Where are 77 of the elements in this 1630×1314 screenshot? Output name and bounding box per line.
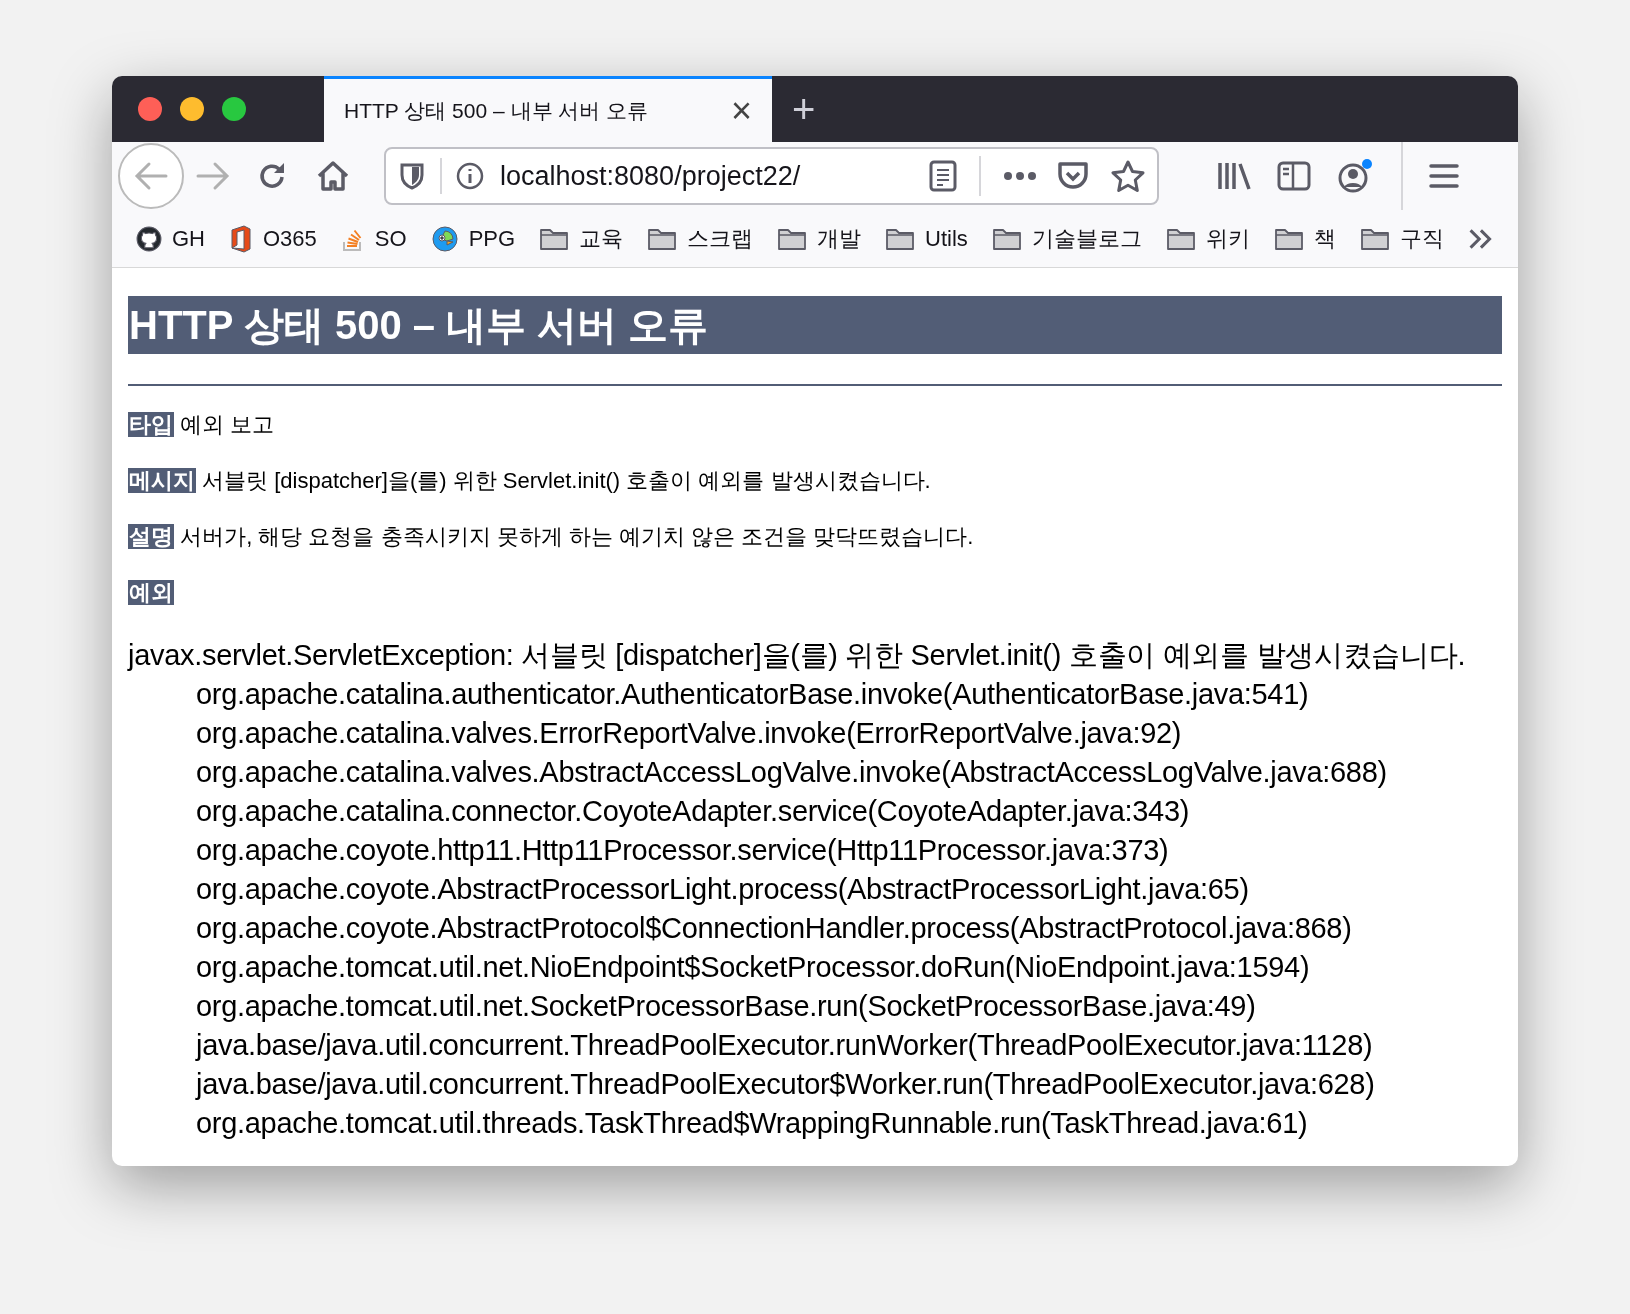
stack-trace-line: org.apache.coyote.AbstractProtocol$ConnectionHandler.process(AbstractProtocol.java:868) <box>195 911 1353 946</box>
bookmark-label: 개발 <box>817 225 862 253</box>
zoom-window-icon[interactable] <box>222 97 246 121</box>
bookmark-item[interactable]: 구직 <box>1359 222 1444 255</box>
bookmark-label: Utils <box>925 225 968 253</box>
office-logo-icon <box>229 224 253 253</box>
stack-trace-line: org.apache.tomcat.util.net.SocketProcessorBase.run(SocketProcessorBase.java:49) <box>195 989 1257 1024</box>
account-icon[interactable] <box>1337 158 1373 194</box>
back-arrow-icon <box>134 161 168 191</box>
field-label: 설명 <box>128 524 174 549</box>
stack-trace-line: java.base/java.util.concurrent.ThreadPoolExecutor$Worker.run(ThreadPoolExecutor.java:628) <box>194 1067 1376 1102</box>
folder-icon <box>1273 226 1304 251</box>
field-text: 서블릿 [dispatcher]을(를) 위한 Servlet.init() 호출이 예외를 발생시켰습니다. <box>201 468 931 493</box>
library-icon[interactable] <box>1217 160 1251 192</box>
exception-message: javax.servlet.ServletException: 서블릿 [dispatcher]을(를) 위한 Servlet.init() 호출이 예외를 발생시켰습니다. <box>128 638 1467 673</box>
pocket-icon[interactable] <box>1057 161 1089 191</box>
field-text: 예외 보고 <box>179 412 275 437</box>
reader-view-icon[interactable] <box>929 160 957 192</box>
bookmark-item[interactable]: 책 <box>1273 222 1336 255</box>
bookmark-label: GH <box>172 225 205 253</box>
field-label: 메시지 <box>128 468 196 493</box>
url-text: localhost:8080/project22/ <box>500 159 802 193</box>
stack-trace-line: org.apache.tomcat.util.net.NioEndpoint$SocketProcessor.doRun(NioEndpoint.java:1594) <box>195 950 1311 985</box>
folder-icon <box>991 226 1022 251</box>
sidebar-icon[interactable] <box>1277 161 1311 191</box>
field-label: 예외 <box>128 580 174 605</box>
folder-icon <box>777 226 808 251</box>
bookmark-label: 구직 <box>1399 225 1444 253</box>
stack-trace-line: org.apache.coyote.AbstractProcessorLight.process(AbstractProcessorLight.java:65) <box>195 872 1250 907</box>
bookmark-label: 책 <box>1313 225 1336 253</box>
shield-icon <box>398 161 426 191</box>
folder-icon <box>885 226 916 251</box>
folder-icon <box>1165 226 1196 251</box>
stack-trace-line: org.apache.coyote.http11.Http11Processor.service(Http11Processor.java:373) <box>195 833 1170 868</box>
star-icon[interactable] <box>1111 160 1145 192</box>
stack-trace-line: org.apache.catalina.authenticator.AuthenticatorBase.invoke(AuthenticatorBase.java:541) <box>195 677 1310 712</box>
bookmark-item[interactable]: Utils <box>885 222 968 255</box>
stack-trace-line: org.apache.tomcat.util.threads.TaskThread$WrappingRunnable.run(TaskThread.java:61) <box>195 1106 1309 1141</box>
bookmark-label: 교육 <box>579 225 624 253</box>
menu-icon[interactable] <box>1429 163 1459 189</box>
home-icon[interactable] <box>316 160 350 192</box>
bookmark-item[interactable]: 기술블로그 <box>991 222 1142 255</box>
bookmark-label: 위키 <box>1205 225 1250 253</box>
stack-trace-line: java.base/java.util.concurrent.ThreadPoolExecutor.runWorker(ThreadPoolExecutor.java:1128) <box>194 1028 1374 1063</box>
info-icon <box>456 162 484 190</box>
bookmark-item[interactable]: O365 <box>229 222 317 255</box>
close-window-icon[interactable] <box>138 97 162 121</box>
bookmark-item[interactable]: GH <box>136 222 205 255</box>
bookmark-item[interactable]: SO <box>340 222 407 255</box>
close-tab-button[interactable]: × <box>730 92 752 129</box>
tab-title: HTTP 상태 500 – 내부 서버 오류 <box>344 97 650 124</box>
bookmark-item[interactable]: 교육 <box>539 222 624 255</box>
field-label: 타입 <box>128 412 174 437</box>
browser-tab[interactable]: HTTP 상태 500 – 내부 서버 오류 × <box>324 76 772 142</box>
octocat-icon <box>136 225 162 252</box>
address-bar[interactable]: localhost:8080/project22/ <box>384 147 1159 205</box>
bookmark-label: PPG <box>468 225 516 253</box>
more-icon[interactable] <box>1003 171 1037 181</box>
field-text: 서버가, 해당 요청을 충족시키지 못하게 하는 예기치 않은 조건을 맞닥뜨렸습니다. <box>179 524 974 549</box>
bookmark-item[interactable]: 위키 <box>1165 222 1250 255</box>
new-tab-button[interactable]: + <box>792 89 816 129</box>
minimize-window-icon[interactable] <box>180 97 204 121</box>
bookmark-item[interactable]: PPG <box>430 222 516 255</box>
folder-icon <box>1359 226 1390 251</box>
folder-icon <box>539 226 570 251</box>
stack-trace-line: org.apache.catalina.valves.ErrorReportValve.invoke(ErrorReportValve.java:92) <box>195 716 1183 751</box>
bookmark-label: O365 <box>263 225 317 253</box>
bookmark-label: 스크랩 <box>687 225 754 253</box>
bookmark-label: 기술블로그 <box>1031 225 1142 253</box>
stack-trace-line: org.apache.catalina.connector.CoyoteAdapter.service(CoyoteAdapter.java:343) <box>195 794 1191 829</box>
bookmark-item[interactable]: 스크랩 <box>647 222 754 255</box>
bookmark-item[interactable]: 개발 <box>777 222 862 255</box>
bookmark-label: SO <box>374 225 407 253</box>
bird-icon <box>430 224 459 253</box>
error-heading: HTTP 상태 500 – 내부 서버 오류 <box>128 296 1502 354</box>
folder-icon <box>647 226 678 251</box>
stack-trace-line: org.apache.catalina.valves.AbstractAccessLogValve.invoke(AbstractAccessLogValve.java:688) <box>195 755 1388 790</box>
